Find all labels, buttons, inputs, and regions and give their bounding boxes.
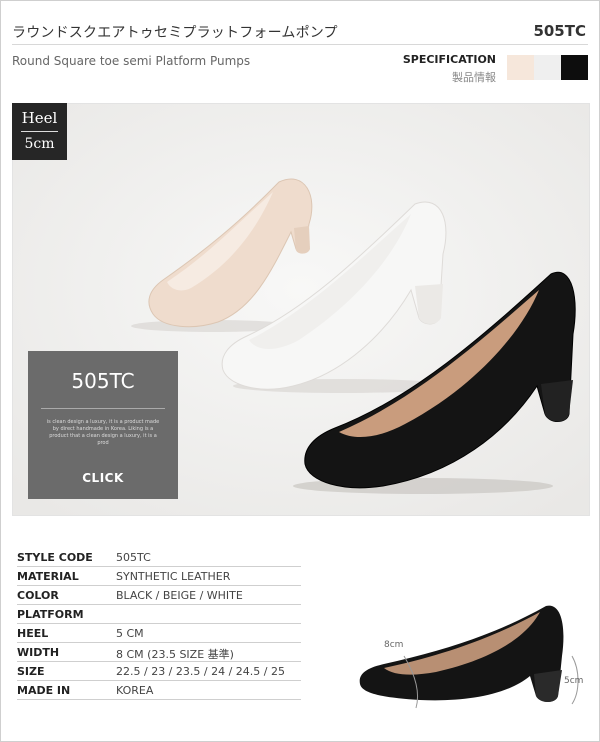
spec-key: MATERIAL	[17, 570, 79, 583]
heel-badge-value: 5cm	[24, 136, 55, 152]
header-divider	[12, 44, 588, 45]
spec-key: COLOR	[17, 589, 59, 602]
spec-value: 5 CM	[116, 627, 144, 640]
heel-dimension-label: 5cm	[564, 676, 584, 686]
product-title-en: Round Square toe semi Platform Pumps	[12, 54, 251, 68]
spec-key: MADE IN	[17, 684, 71, 697]
spec-row-made-in: MADE IN KOREA	[17, 681, 301, 700]
spec-row-platform: PLATFORM	[17, 605, 301, 624]
specification-label: SPECIFICATION	[402, 53, 496, 66]
heel-badge: Heel 5cm	[12, 103, 67, 160]
spec-row-width: WIDTH 8 CM (23.5 SIZE 基準)	[17, 643, 301, 662]
spec-row-style-code: STYLE CODE 505TC	[17, 548, 301, 567]
spec-value: 505TC	[116, 551, 151, 564]
spec-value: KOREA	[116, 684, 154, 697]
spec-row-heel: HEEL 5 CM	[17, 624, 301, 643]
promo-style-code: 505TC	[71, 369, 135, 393]
heel-badge-divider	[21, 131, 58, 132]
spec-row-color: COLOR BLACK / BEIGE / WHITE	[17, 586, 301, 605]
swatch-beige[interactable]	[507, 55, 534, 80]
spec-table: STYLE CODE 505TC MATERIAL SYNTHETIC LEAT…	[17, 548, 301, 700]
style-code-heading: 505TC	[533, 22, 586, 40]
spec-key: STYLE CODE	[17, 551, 93, 564]
promo-click-button[interactable]: CLICK	[28, 471, 178, 485]
promo-tagline: is clean design a luxury, it is a produc…	[46, 419, 160, 446]
spec-key: PLATFORM	[17, 608, 84, 621]
spec-key: HEEL	[17, 627, 49, 640]
spec-value: 22.5 / 23 / 23.5 / 24 / 24.5 / 25	[116, 665, 285, 678]
spec-key: WIDTH	[17, 646, 60, 659]
swatch-white[interactable]	[534, 55, 561, 80]
promo-divider	[41, 408, 165, 409]
swatch-black[interactable]	[561, 55, 588, 80]
product-title-jp: ラウンドスクエアトゥセミプラットフォームポンプ	[12, 25, 338, 41]
spec-row-material: MATERIAL SYNTHETIC LEATHER	[17, 567, 301, 586]
spec-key: SIZE	[17, 665, 45, 678]
measurement-diagram	[359, 605, 579, 709]
spec-value: 8 CM (23.5 SIZE 基準)	[116, 648, 234, 661]
spec-value: BLACK / BEIGE / WHITE	[116, 589, 243, 602]
width-dimension-label: 8cm	[384, 640, 404, 650]
heel-badge-title: Heel	[21, 109, 58, 127]
spec-value: SYNTHETIC LEATHER	[116, 570, 231, 583]
spec-row-size: SIZE 22.5 / 23 / 23.5 / 24 / 24.5 / 25	[17, 662, 301, 681]
specification-sub-label: 製品情報	[452, 71, 496, 84]
promo-card[interactable]: 505TC is clean design a luxury, it is a …	[28, 351, 178, 499]
